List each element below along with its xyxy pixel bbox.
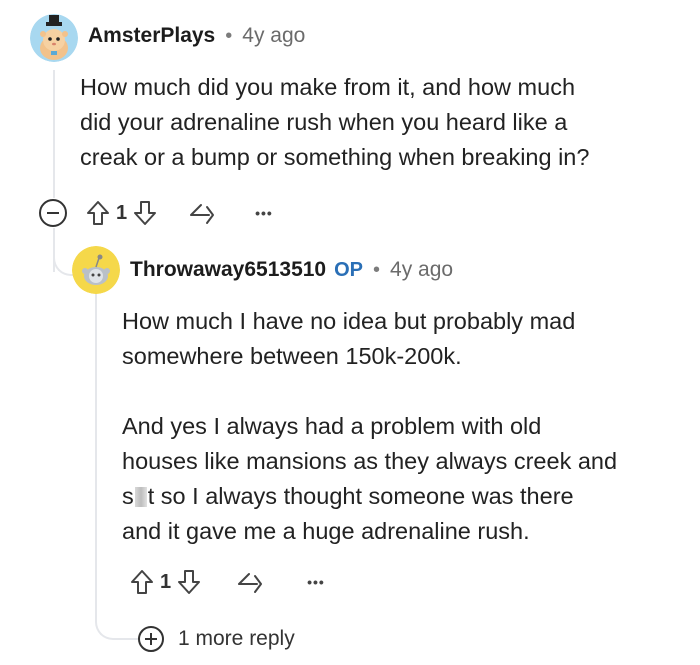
share-button[interactable] <box>235 570 263 594</box>
share-icon <box>238 573 263 593</box>
more-options-button[interactable]: ••• <box>307 575 325 589</box>
censored-word-start: s <box>122 483 134 509</box>
separator: • <box>225 24 233 47</box>
comment-line: creak or a bump or something when breaki… <box>80 144 590 170</box>
minus-icon <box>47 212 59 214</box>
comment-line: and it gave me a huge adrenaline rush. <box>122 518 530 544</box>
share-button[interactable] <box>187 201 215 225</box>
parent-comment-body: How much did you make from it, and how m… <box>80 70 680 175</box>
timestamp[interactable]: 4y ago <box>390 258 453 282</box>
more-options-button[interactable]: ••• <box>255 206 273 220</box>
avatar[interactable] <box>72 246 120 294</box>
more-replies-label: 1 more reply <box>178 627 295 650</box>
upvote-button[interactable] <box>86 200 110 226</box>
comment-line: How much I have no idea but probably mad <box>122 308 576 334</box>
avatar[interactable] <box>30 14 78 62</box>
censor-blur <box>134 487 147 507</box>
comment-line: And yes I always had a problem with old <box>122 413 542 439</box>
vote-count: 1 <box>116 201 128 224</box>
comment-line: houses like mansions as they always cree… <box>122 448 618 474</box>
reply-author-row: Throwaway6513510 OP • 4y ago <box>130 256 453 284</box>
separator: • <box>373 258 381 281</box>
censored-line-rest: t so I always thought someone was there <box>147 483 574 509</box>
plus-icon <box>138 626 164 652</box>
snoo-avatar-icon <box>72 246 120 294</box>
more-replies-curve <box>95 610 139 640</box>
downvote-button[interactable] <box>133 200 157 226</box>
collapse-thread-button[interactable] <box>39 199 67 227</box>
parent-thread-line <box>53 70 55 198</box>
username[interactable]: AmsterPlays <box>88 24 215 48</box>
upvote-button[interactable] <box>130 569 154 595</box>
reply-action-bar: 1 ••• <box>130 566 325 598</box>
downvote-button[interactable] <box>177 569 201 595</box>
comment-line: How much did you make from it, and how m… <box>80 74 576 100</box>
vote-count: 1 <box>160 570 172 593</box>
more-replies-button[interactable]: 1 more reply <box>138 626 295 652</box>
username[interactable]: Throwaway6513510 <box>130 258 326 282</box>
upvote-icon <box>87 201 109 225</box>
more-replies-line <box>95 292 97 620</box>
comment-line: did your adrenaline rush when you heard … <box>80 109 568 135</box>
share-icon <box>190 204 215 224</box>
op-badge: OP <box>334 258 364 281</box>
upvote-icon <box>131 570 153 594</box>
hamster-avatar-icon <box>30 14 78 62</box>
reply-comment-body: How much I have no idea but probably mad… <box>122 304 682 549</box>
parent-author-row: AmsterPlays • 4y ago <box>88 22 305 50</box>
downvote-icon <box>178 570 201 594</box>
timestamp[interactable]: 4y ago <box>242 24 305 48</box>
comment-line: somewhere between 150k-200k. <box>122 343 462 369</box>
parent-action-bar: 1 ••• <box>86 197 273 229</box>
comment-line: s t so I always thought someone was there <box>122 479 682 514</box>
downvote-icon <box>134 201 157 225</box>
